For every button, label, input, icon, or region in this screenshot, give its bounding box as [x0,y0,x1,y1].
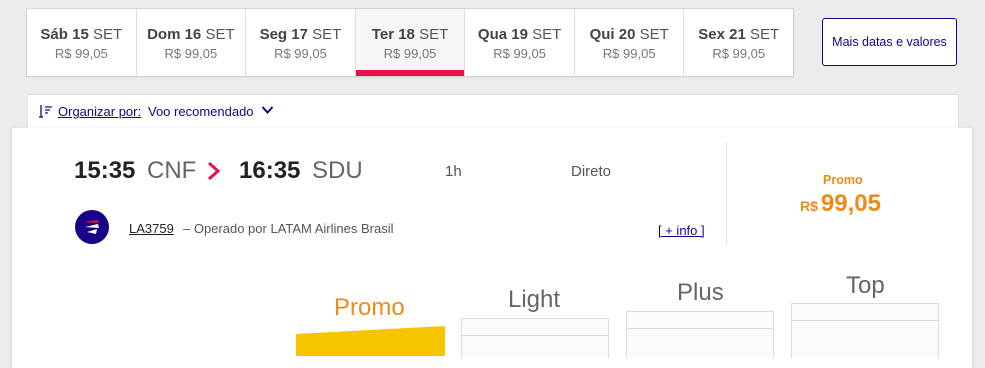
operated-by: – Operado por LATAM Airlines Brasil [183,221,394,236]
date-month: SET [532,26,562,43]
departure-time: 15:35 [74,157,136,184]
date-price: R$ 99,05 [383,46,437,61]
date-month: SET [419,26,449,43]
flight-price[interactable]: R$ 99,05 [800,190,881,218]
sort-label[interactable]: Organizar por: [58,104,141,119]
date-price: R$ 99,05 [164,46,218,61]
date-price: R$ 99,05 [54,46,108,61]
fare-title-promo[interactable]: Promo [334,294,405,322]
date-price: R$ 99,05 [602,46,656,61]
fare-title-plus[interactable]: Plus [677,279,724,307]
date-month: SET [750,26,780,43]
price-currency: R$ [800,198,818,214]
date-day: Qua 19 [477,26,528,43]
fare-title-top[interactable]: Top [846,272,885,300]
sort-icon [39,105,52,118]
flight-card: 15:35 CNF 16:35 SDU 1h Direto Promo R$ 99… [12,128,972,368]
date-tab-dom-16[interactable]: Dom 16 SET R$ 99,05 [137,9,247,76]
date-month: SET [205,26,235,43]
date-price: R$ 99,05 [274,46,327,61]
date-tab-ter-18[interactable]: Ter 18 SET R$ 99,05 [355,9,466,76]
date-tab-sex-21[interactable]: Sex 21 SET R$ 99,05 [684,9,793,76]
departure-airport: CNF [147,157,197,184]
date-price: R$ 99,05 [493,46,546,61]
sort-bar: Organizar por: Voo recomendado [27,94,959,132]
date-day: Sáb 15 [40,26,89,43]
date-day: Ter 18 [371,26,415,43]
fare-card-light[interactable] [461,318,609,358]
date-tab-sab-15[interactable]: Sáb 15 SET R$ 99,05 [27,9,137,76]
date-day: Qui 20 [589,26,636,43]
price-amount: 99,05 [820,190,881,217]
date-month: SET [92,26,123,43]
flight-duration: 1h [445,163,462,180]
date-day: Sex 21 [698,26,746,43]
date-tab-qua-19[interactable]: Qua 19 SET R$ 99,05 [465,9,575,76]
fare-title-light[interactable]: Light [508,286,560,314]
date-day: Seg 17 [259,26,308,43]
date-day: Dom 16 [147,26,202,43]
sort-dropdown[interactable]: Voo recomendado [148,104,254,119]
date-month: SET [312,26,342,43]
chevron-down-icon[interactable] [261,105,274,115]
latam-logo-icon [75,210,109,244]
fare-card-plus[interactable] [626,311,774,358]
flight-stops: Direto [571,163,612,180]
date-tab-seg-17[interactable]: Seg 17 SET R$ 99,05 [246,9,356,76]
more-dates-button[interactable]: Mais datas e valores [822,18,957,66]
more-info-link[interactable]: [ + info ] [658,223,705,238]
date-price: R$ 99,05 [712,46,766,61]
date-selector: Sáb 15 SET R$ 99,05 Dom 16 SET R$ 99,05 … [26,8,794,77]
arrival-airport: SDU [312,157,363,184]
fare-card-promo[interactable] [296,326,445,356]
arrival-time: 16:35 [239,157,301,184]
flight-number-link[interactable]: LA3759 [129,221,174,236]
chevron-right-icon [208,161,221,181]
divider [726,142,727,245]
fare-label: Promo [823,173,863,187]
date-month: SET [639,26,669,43]
date-tab-qui-20[interactable]: Qui 20 SET R$ 99,05 [575,9,685,76]
